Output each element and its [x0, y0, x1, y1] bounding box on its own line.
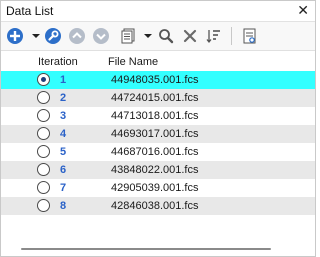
table-header: Iteration File Name	[1, 54, 315, 70]
wrench-icon	[45, 28, 61, 44]
row-iteration: 8	[60, 200, 67, 212]
row-radio-button[interactable]	[37, 163, 50, 176]
add-dropdown-arrow-icon[interactable]	[32, 32, 40, 40]
search-icon	[159, 29, 174, 44]
row-file-name: 44693017.001.fcs	[111, 128, 199, 140]
add-button[interactable]	[5, 26, 25, 46]
row-iteration: 4	[60, 128, 67, 140]
table-row[interactable]: 3 44713018.001.fcs	[1, 107, 315, 125]
close-icon[interactable]: ✕	[297, 2, 309, 18]
row-iteration: 7	[60, 182, 67, 194]
table-row[interactable]: 4 44693017.001.fcs	[1, 125, 315, 143]
row-radio-button[interactable]	[37, 181, 50, 194]
row-iteration: 6	[60, 164, 67, 176]
row-file-name: 44724015.001.fcs	[111, 92, 199, 104]
move-down-icon	[93, 28, 109, 44]
table-body: 1 44948035.001.fcs 2 44724015.001.fcs 3 …	[1, 71, 315, 215]
row-file-name: 43848022.001.fcs	[111, 164, 199, 176]
move-up-icon	[69, 28, 85, 44]
table-row[interactable]: 7 42905039.001.fcs	[1, 179, 315, 197]
row-iteration: 3	[60, 110, 67, 122]
move-up-button[interactable]	[67, 26, 87, 46]
sort-button[interactable]	[204, 26, 224, 46]
row-radio-button[interactable]	[37, 199, 50, 212]
sort-icon	[206, 30, 220, 44]
search-button[interactable]	[156, 26, 176, 46]
table-row[interactable]: 6 43848022.001.fcs	[1, 161, 315, 179]
document-menu-icon	[121, 28, 135, 44]
toolbar	[1, 22, 315, 51]
document-dropdown-arrow-icon[interactable]	[144, 32, 152, 40]
move-down-button[interactable]	[91, 26, 111, 46]
panel-title: Data List	[6, 4, 54, 18]
header-file-name[interactable]: File Name	[108, 56, 158, 68]
title-bar: Data List ✕	[1, 1, 315, 22]
row-radio-button[interactable]	[37, 91, 50, 104]
add-icon	[7, 28, 23, 44]
data-list-panel: Data List ✕ Iteration File Name 1 449480…	[0, 0, 316, 257]
properties-icon	[243, 28, 256, 44]
delete-icon	[183, 29, 197, 43]
row-iteration: 2	[60, 92, 67, 104]
row-radio-button[interactable]	[37, 109, 50, 122]
row-file-name: 44713018.001.fcs	[111, 110, 199, 122]
row-radio-button[interactable]	[37, 73, 50, 86]
row-radio-button[interactable]	[37, 127, 50, 140]
tools-button[interactable]	[43, 26, 63, 46]
row-radio-button[interactable]	[37, 145, 50, 158]
row-file-name: 42846038.001.fcs	[111, 200, 199, 212]
table-row[interactable]: 2 44724015.001.fcs	[1, 89, 315, 107]
toolbar-separator	[231, 27, 232, 45]
document-menu-button[interactable]	[118, 26, 138, 46]
row-file-name: 42905039.001.fcs	[111, 182, 199, 194]
table-row[interactable]: 5 44687016.001.fcs	[1, 143, 315, 161]
row-file-name: 44687016.001.fcs	[111, 146, 199, 158]
horizontal-scrollbar[interactable]	[21, 248, 271, 250]
table-row[interactable]: 1 44948035.001.fcs	[1, 71, 315, 89]
header-iteration[interactable]: Iteration	[38, 56, 78, 68]
delete-button[interactable]	[180, 26, 200, 46]
row-iteration: 1	[60, 74, 67, 86]
table-row[interactable]: 8 42846038.001.fcs	[1, 197, 315, 215]
row-iteration: 5	[60, 146, 67, 158]
row-file-name: 44948035.001.fcs	[111, 74, 199, 86]
properties-button[interactable]	[239, 26, 259, 46]
